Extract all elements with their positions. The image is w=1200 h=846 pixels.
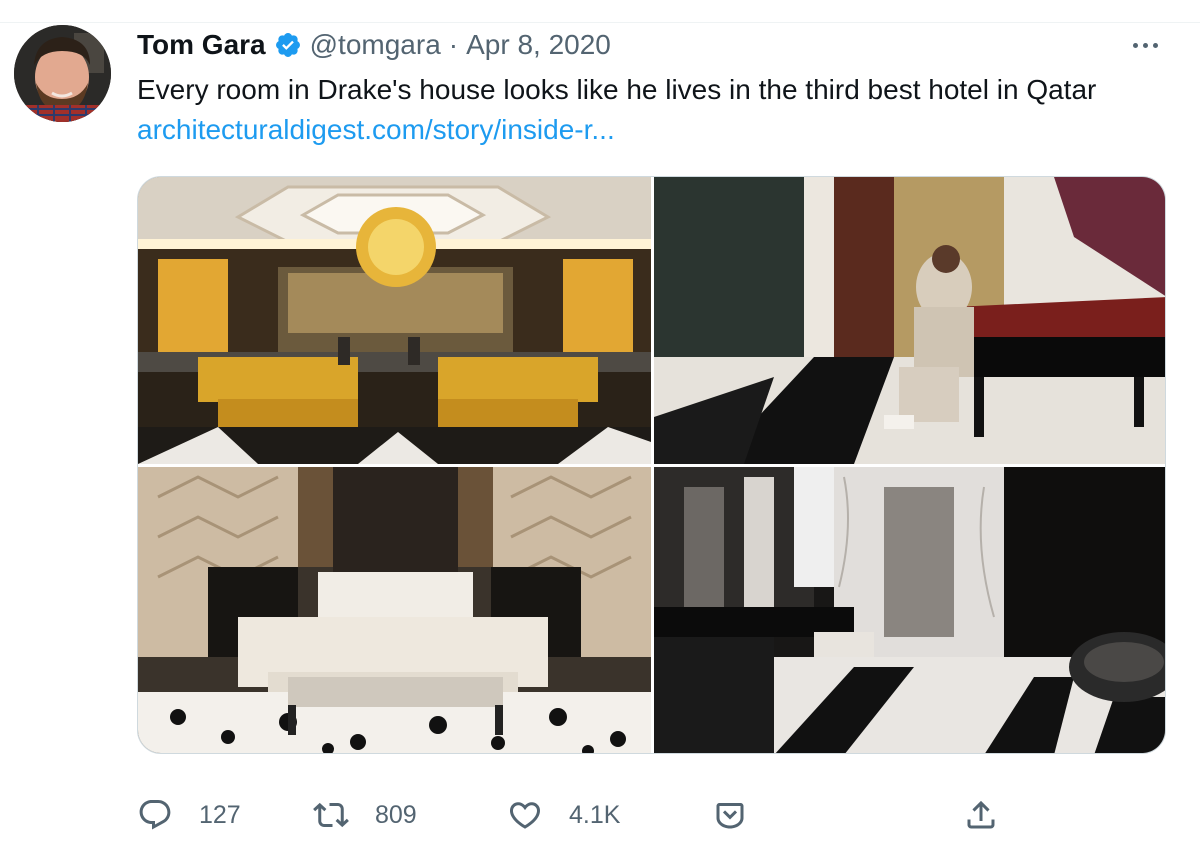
tweet-text: Every room in Drake's house looks like h… <box>137 70 1167 150</box>
reply-count: 127 <box>199 800 241 829</box>
heart-icon <box>509 802 541 829</box>
retweet-count: 809 <box>375 800 417 829</box>
tweet-actions: 127 809 4.1K <box>137 790 1167 840</box>
reply-button[interactable]: 127 <box>137 790 241 840</box>
media-photo-bathroom[interactable] <box>654 467 1165 753</box>
share-icon <box>716 803 744 829</box>
media-photo-bedroom[interactable] <box>138 467 651 753</box>
verified-badge-icon <box>274 31 302 59</box>
avatar-image <box>14 25 111 122</box>
tweet-date[interactable]: Apr 8, 2020 <box>466 29 611 61</box>
media-grid <box>137 176 1166 754</box>
tweet-text-body: Every room in Drake's house looks like h… <box>137 74 1097 105</box>
media-photo-living-room[interactable] <box>138 177 651 464</box>
media-photo-piano-room[interactable] <box>654 177 1165 464</box>
more-options-icon[interactable] <box>1125 30 1165 60</box>
author-name[interactable]: Tom Gara <box>137 29 266 61</box>
avatar[interactable] <box>14 25 111 122</box>
tweet-link[interactable]: architecturaldigest.com/story/inside-r..… <box>137 114 615 145</box>
separator-dot: · <box>448 29 459 60</box>
reply-icon <box>139 800 171 830</box>
like-button[interactable]: 4.1K <box>507 790 620 840</box>
retweet-icon <box>313 802 349 828</box>
top-divider <box>0 22 1200 23</box>
author-handle[interactable]: @tomgara <box>310 29 441 61</box>
upload-icon <box>967 800 995 829</box>
retweet-button[interactable]: 809 <box>313 790 417 840</box>
upload-button[interactable] <box>963 790 999 840</box>
tweet-header: Tom Gara @tomgara · Apr 8, 2020 <box>137 28 611 62</box>
like-count: 4.1K <box>569 800 621 829</box>
share-button[interactable] <box>712 790 748 840</box>
